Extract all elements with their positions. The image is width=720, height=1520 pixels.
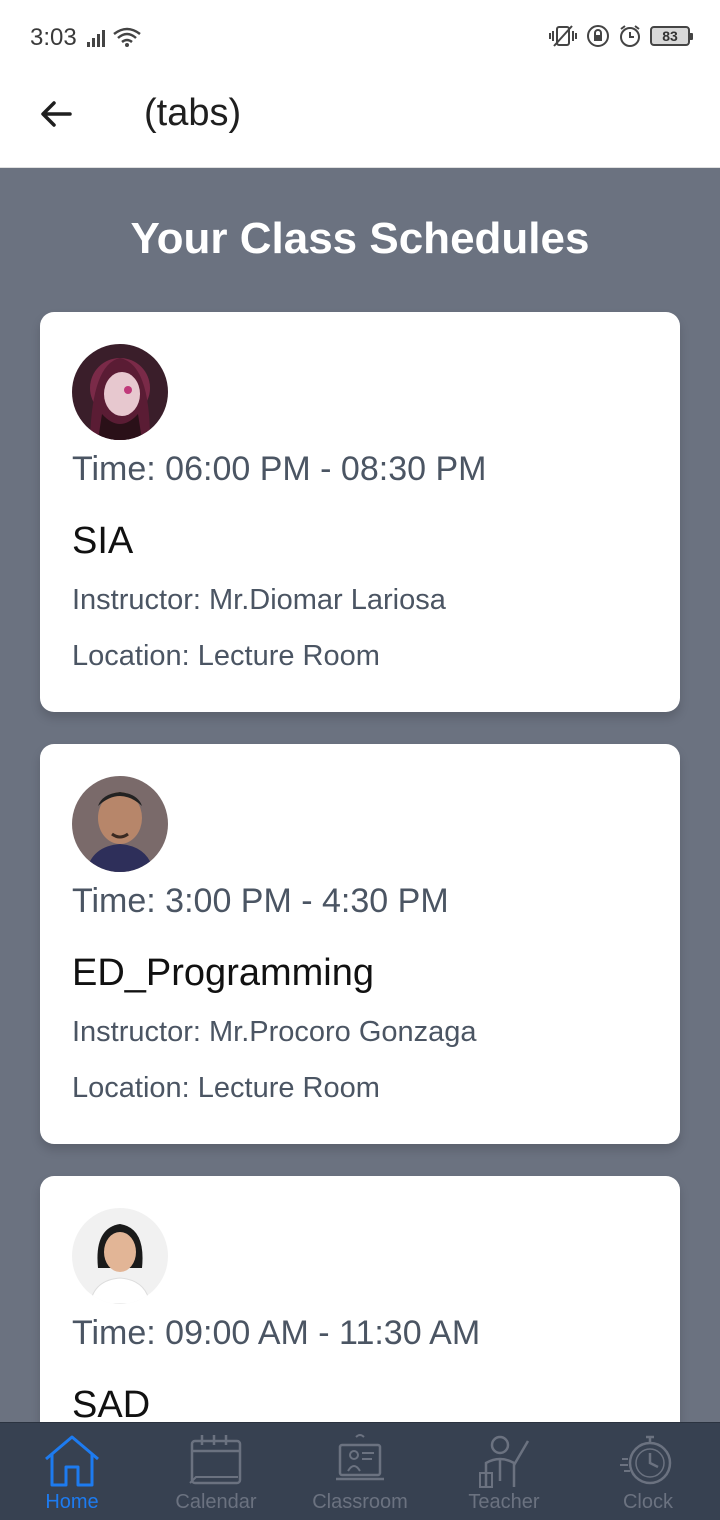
app-title: (tabs) (144, 92, 242, 134)
schedule-list[interactable]: Your Class Schedules Time: 06:00 PM - 08… (0, 168, 720, 1422)
class-location: Location: Lecture Room (72, 1072, 380, 1104)
classroom-icon (336, 1434, 384, 1481)
class-time: Time: 06:00 PM - 08:30 PM (72, 450, 487, 488)
app-bar: (tabs) (0, 78, 720, 168)
battery-indicator: 83 (650, 26, 693, 46)
schedule-card[interactable]: Time: 06:00 PM - 08:30 PM SIA Instructor… (40, 312, 680, 712)
schedule-card[interactable]: Time: 09:00 AM - 11:30 AM SAD (40, 1176, 680, 1422)
calendar-icon (189, 1435, 242, 1485)
course-name: ED_Programming (72, 952, 374, 994)
nav-label: Calendar (175, 1491, 257, 1513)
instructor-name: Instructor: Mr.Procoro Gonzaga (72, 1016, 477, 1048)
nav-label: Teacher (468, 1491, 540, 1513)
back-button[interactable] (34, 92, 78, 136)
instructor-avatar (72, 1208, 168, 1304)
nav-item-clock[interactable]: Clock (576, 1423, 720, 1520)
class-location: Location: Lecture Room (72, 640, 380, 672)
back-arrow-icon (41, 101, 72, 127)
nav-label: Clock (622, 1491, 673, 1513)
status-bar: 3:03 83 (0, 0, 720, 78)
instructor-avatar (72, 344, 168, 440)
signal-icon (87, 30, 105, 47)
course-name: SAD (72, 1384, 151, 1422)
instructor-avatar (72, 776, 168, 872)
alarm-icon (620, 25, 640, 47)
home-icon (45, 1435, 99, 1487)
instructor-name: Instructor: Mr.Diomar Lariosa (72, 584, 446, 616)
course-name: SIA (72, 520, 134, 562)
nav-item-classroom[interactable]: Classroom (288, 1423, 432, 1520)
status-right-icons: 83 (548, 24, 693, 48)
nav-label: Home (45, 1491, 99, 1513)
bottom-nav: Home Calendar Classroom Teacher Clock (0, 1422, 720, 1520)
class-time: Time: 3:00 PM - 4:30 PM (72, 882, 449, 920)
clock-icon (620, 1435, 672, 1485)
status-time: 3:03 (30, 24, 77, 51)
rotation-lock-icon (587, 25, 609, 47)
nav-label: Classroom (312, 1491, 408, 1513)
schedule-card[interactable]: Time: 3:00 PM - 4:30 PM ED_Programming I… (40, 744, 680, 1144)
class-time: Time: 09:00 AM - 11:30 AM (72, 1314, 481, 1352)
vibrate-icon (549, 25, 577, 47)
wifi-icon (113, 27, 141, 47)
status-left-icons (86, 26, 142, 48)
teacher-icon (479, 1435, 530, 1488)
nav-item-teacher[interactable]: Teacher (432, 1423, 576, 1520)
nav-item-calendar[interactable]: Calendar (144, 1423, 288, 1520)
nav-item-home[interactable]: Home (0, 1423, 144, 1520)
page-heading: Your Class Schedules (130, 214, 590, 263)
